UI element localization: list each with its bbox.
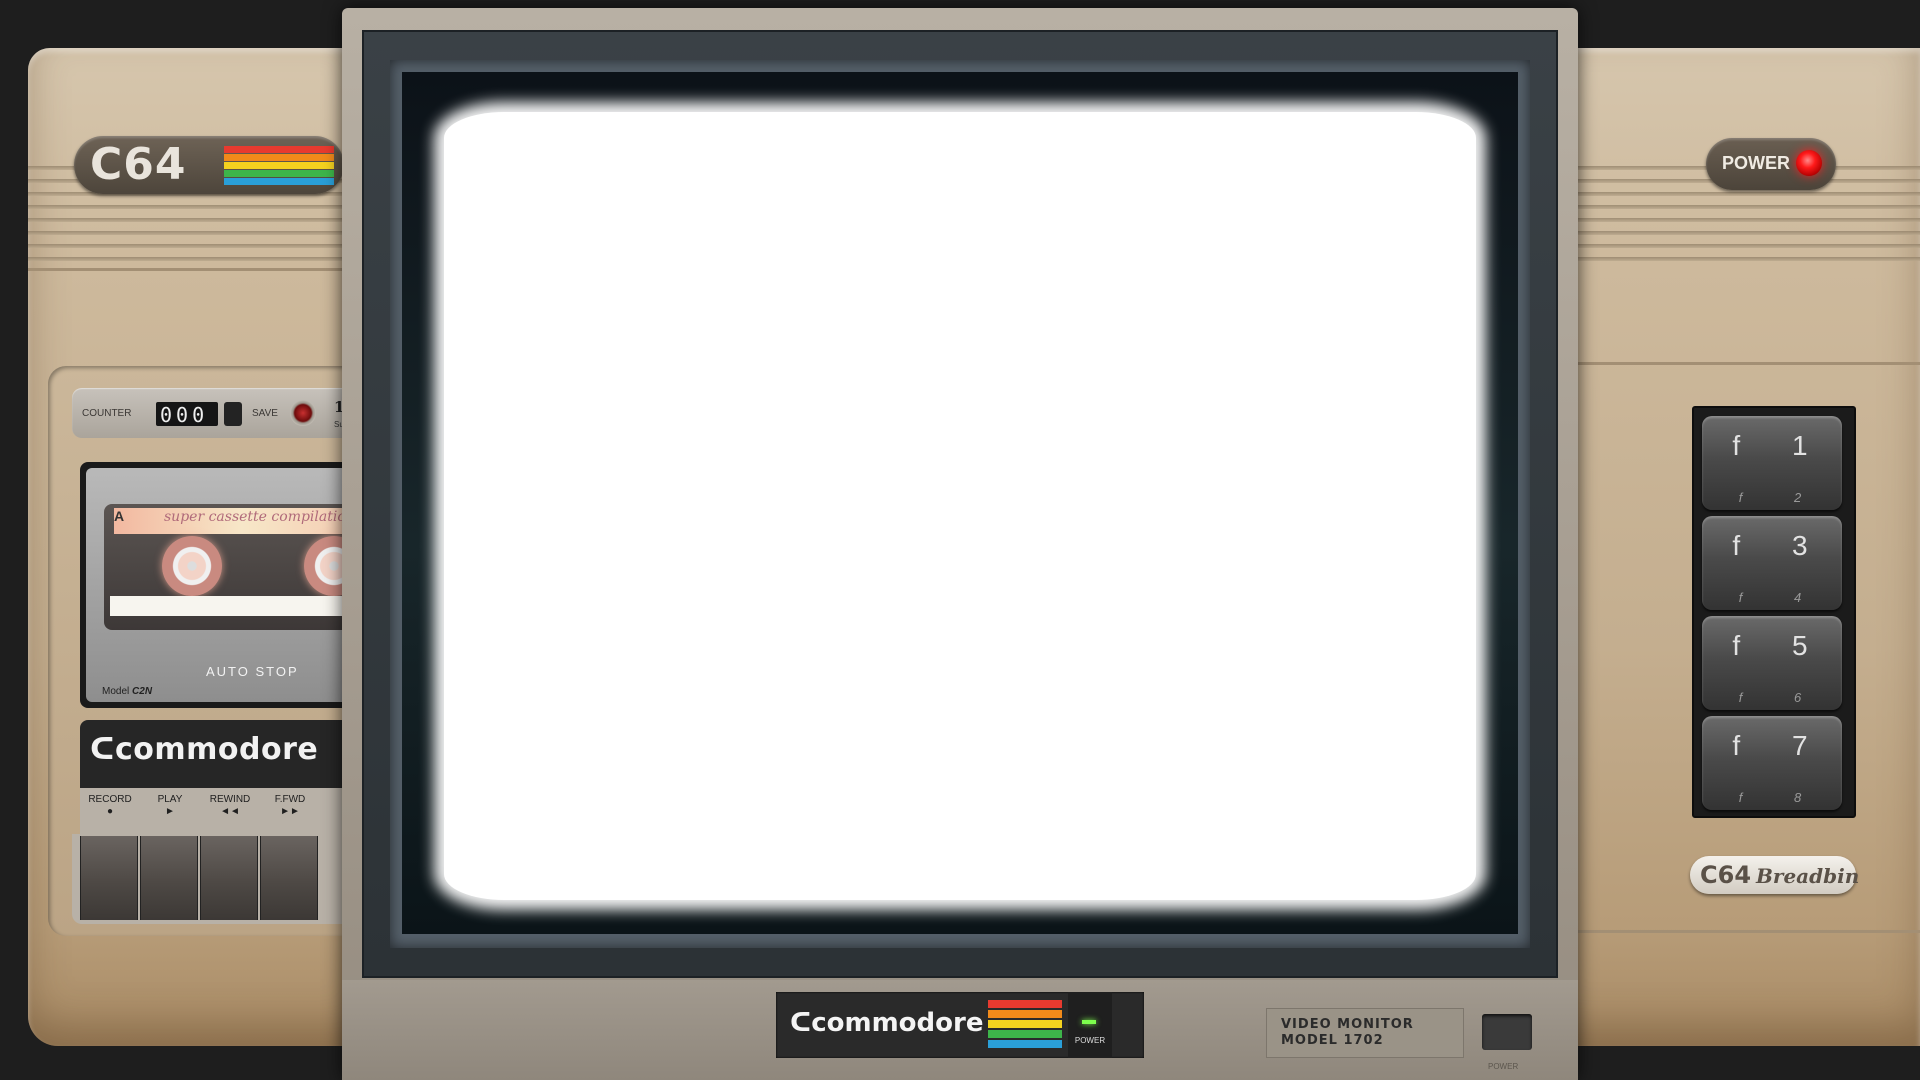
breadbin-mark: C64 — [1700, 861, 1752, 889]
function-key-label: f 1 — [1732, 430, 1830, 461]
rewind-button[interactable] — [200, 836, 258, 920]
monitor-rainbow-stripes — [988, 1000, 1062, 1050]
crt-monitor: ᑕcommodore POWER VIDEO MONITOR MODEL 170… — [342, 8, 1578, 1080]
cassette-window: A super cassette compilation U AUTO STOP… — [80, 462, 370, 708]
monitor-inner-bezel — [390, 60, 1530, 948]
datasette-brand-text: commodore — [114, 732, 319, 767]
commodore-logo-icon: ᑕ — [790, 1008, 812, 1038]
breadbin-word: Breadbin — [1756, 864, 1860, 888]
fast-forward-symbol: ►► — [280, 806, 300, 817]
c64-badge: C64 — [74, 136, 344, 194]
crt-tube — [402, 72, 1518, 934]
monitor-switch-label: POWER — [1488, 1062, 1519, 1071]
model-label: Model C2N — [102, 686, 152, 697]
function-key-label: f 7 — [1732, 730, 1830, 761]
cassette-title: super cassette compilation — [164, 509, 355, 525]
monitor-brand-text: commodore — [811, 1008, 984, 1038]
breadbin-badge: C64 Breadbin — [1690, 856, 1860, 894]
fast-forward-button[interactable] — [260, 836, 318, 920]
function-key-shift-label: f 8 — [1738, 790, 1826, 805]
function-key-f5[interactable]: f 5 f 6 — [1702, 616, 1842, 710]
monitor-control-strip: ᑕcommodore POWER VIDEO MONITOR MODEL 170… — [342, 980, 1578, 1080]
stripe-blue — [224, 178, 334, 185]
record-symbol: ● — [106, 806, 114, 817]
stripe-orange — [224, 154, 334, 161]
function-key-label: f 3 — [1732, 530, 1830, 561]
tape-reel-icon — [162, 536, 222, 596]
power-label: POWER — [1722, 153, 1791, 173]
rewind-label: REWIND — [209, 794, 251, 805]
model-value: C2N — [132, 686, 153, 697]
play-label: PLAY — [157, 794, 183, 805]
monitor-power-indicator: POWER — [1068, 992, 1112, 1058]
monitor-power-label: POWER — [1074, 1036, 1106, 1045]
case-seam — [28, 268, 368, 271]
monitor-model-plate: VIDEO MONITOR MODEL 1702 — [1266, 1008, 1464, 1058]
datasette-button-labels: RECORD ● PLAY ► REWIND ◄◄ F.FWD ►► — [80, 788, 370, 834]
record-label: RECORD — [88, 794, 132, 805]
stripe-red — [224, 146, 334, 153]
stripe-blue — [988, 1040, 1062, 1048]
cassette-tape[interactable]: A super cassette compilation U — [104, 504, 370, 630]
record-button[interactable] — [80, 836, 138, 920]
tape-counter: 000 — [156, 402, 218, 427]
function-key-f1[interactable]: f 1 f 2 — [1702, 416, 1842, 510]
commodore-logo-icon: ᑕ — [90, 732, 115, 767]
stripe-green — [224, 170, 334, 177]
datasette-top-panel: COUNTER 000 SAVE 1530 Suitable f — [72, 388, 376, 438]
function-key-shift-label: f 4 — [1738, 590, 1826, 605]
save-label: SAVE — [252, 408, 278, 419]
monitor-power-led-icon — [1082, 1020, 1096, 1024]
case-seam — [1540, 930, 1920, 933]
cassette-strip — [110, 596, 370, 616]
stripe-red — [988, 1000, 1062, 1008]
cassette-bay: A super cassette compilation U AUTO STOP… — [86, 468, 370, 702]
function-key-shift-label: f 2 — [1738, 490, 1826, 505]
stripe-yellow — [224, 162, 334, 169]
monitor-power-switch[interactable] — [1482, 1014, 1532, 1050]
function-key-f3[interactable]: f 3 f 4 — [1702, 516, 1842, 610]
model-label-text: Model — [102, 686, 130, 697]
model-line-2: MODEL 1702 — [1281, 1033, 1384, 1048]
function-key-f7[interactable]: f 7 f 8 — [1702, 716, 1842, 810]
datasette: COUNTER 000 SAVE 1530 Suitable f A super… — [48, 366, 376, 936]
model-line-1: VIDEO MONITOR — [1281, 1017, 1414, 1032]
function-key-shift-label: f 6 — [1738, 690, 1826, 705]
datasette-brand-plate: ᑕcommodore — [80, 720, 370, 788]
function-key-block: f 1 f 2 f 3 f 4 f 5 f 6 f 7 f 8 — [1692, 406, 1856, 818]
stripe-yellow — [988, 1020, 1062, 1028]
datasette-brand: ᑕcommodore — [90, 732, 318, 767]
stripe-green — [988, 1030, 1062, 1038]
play-symbol: ► — [165, 806, 175, 817]
play-button[interactable] — [140, 836, 198, 920]
power-led-icon — [1796, 150, 1822, 176]
rainbow-stripes — [224, 146, 334, 185]
c64-badge-text: C64 — [90, 139, 187, 190]
power-indicator[interactable]: POWER — [1706, 138, 1836, 190]
stripe-orange — [988, 1010, 1062, 1018]
auto-stop-label: AUTO STOP — [206, 664, 299, 679]
fast-forward-label: F.FWD — [274, 794, 306, 805]
save-led-icon — [290, 400, 316, 426]
datasette-keys — [72, 834, 370, 924]
crt-screen[interactable] — [444, 112, 1476, 900]
case-seam — [1540, 362, 1920, 365]
monitor-brand: ᑕcommodore — [790, 1008, 983, 1038]
rewind-symbol: ◄◄ — [220, 806, 240, 817]
counter-value: 000 — [160, 403, 209, 427]
monitor-brand-plate: ᑕcommodore POWER — [776, 992, 1144, 1058]
cassette-side: A — [114, 508, 125, 524]
counter-label: COUNTER — [82, 408, 132, 419]
counter-reset-button[interactable] — [224, 402, 242, 426]
function-key-label: f 5 — [1732, 630, 1830, 661]
monitor-bezel — [362, 30, 1558, 978]
